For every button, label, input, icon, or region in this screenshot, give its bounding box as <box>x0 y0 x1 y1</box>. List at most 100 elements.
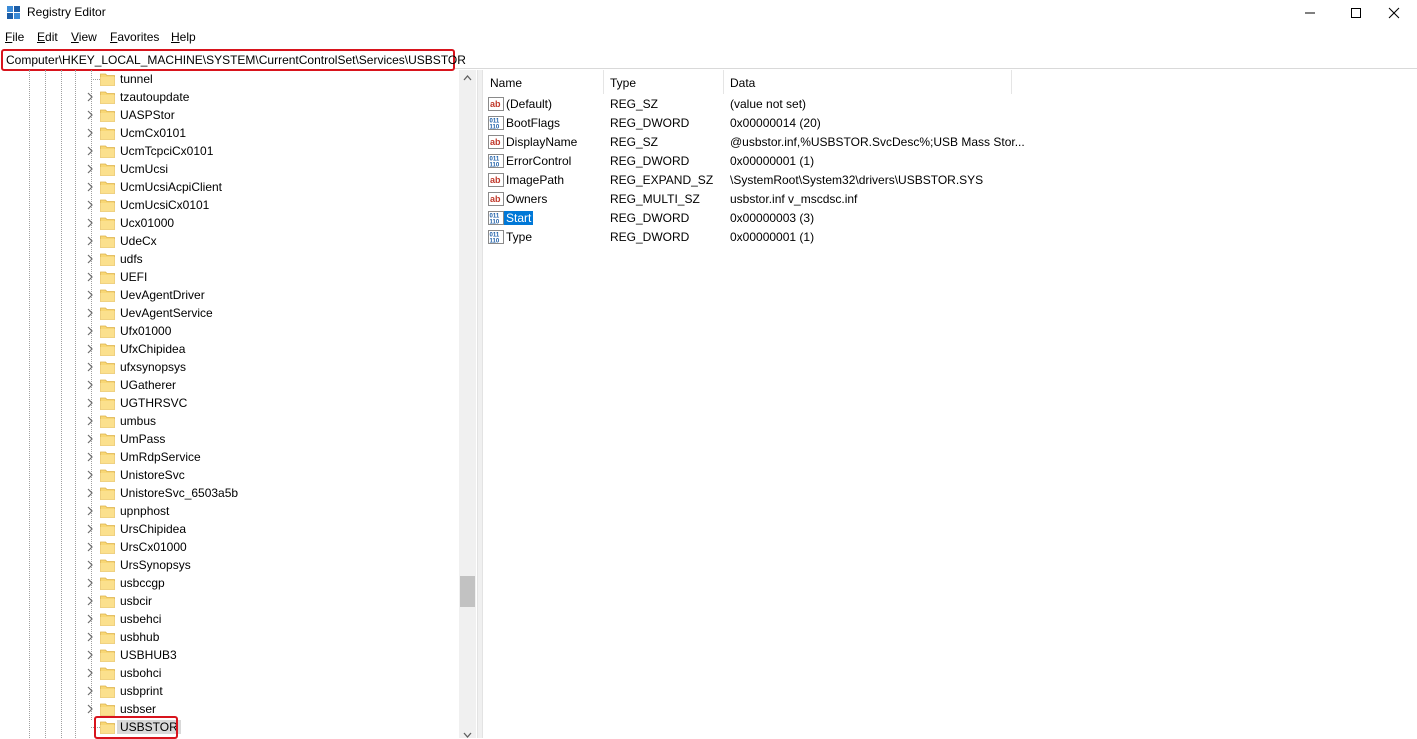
address-divider <box>455 68 1417 69</box>
tree-item[interactable]: usbccgp <box>0 574 459 592</box>
expand-chevron-icon[interactable] <box>86 362 94 372</box>
tree-item[interactable]: UdeCx <box>0 232 459 250</box>
folder-icon <box>100 631 115 644</box>
tree-item[interactable]: usbehci <box>0 610 459 628</box>
column-header-type[interactable]: Type <box>603 70 723 94</box>
tree-item[interactable]: UmRdpService <box>0 448 459 466</box>
column-header-name[interactable]: Name <box>483 70 603 94</box>
tree-item[interactable]: UcmUcsi <box>0 160 459 178</box>
expand-chevron-icon[interactable] <box>86 488 94 498</box>
column-separator[interactable] <box>1011 70 1012 94</box>
expand-chevron-icon[interactable] <box>86 290 94 300</box>
expand-chevron-icon[interactable] <box>86 470 94 480</box>
tree-item[interactable]: ufxsynopsys <box>0 358 459 376</box>
tree-item[interactable]: tzautoupdate <box>0 88 459 106</box>
value-row[interactable]: 011 110 BootFlags REG_DWORD 0x00000014 (20) <box>483 114 1417 133</box>
expand-chevron-icon[interactable] <box>86 380 94 390</box>
close-button[interactable] <box>1371 0 1417 26</box>
tree-item[interactable]: UASPStor <box>0 106 459 124</box>
expand-chevron-icon[interactable] <box>86 308 94 318</box>
expand-chevron-icon[interactable] <box>86 686 94 696</box>
tree-item[interactable]: usbhub <box>0 628 459 646</box>
value-row[interactable]: ab (Default) REG_SZ (value not set) <box>483 95 1417 114</box>
value-row[interactable]: 011 110 Type REG_DWORD 0x00000001 (1) <box>483 228 1417 247</box>
tree-item[interactable]: UcmUcsiCx0101 <box>0 196 459 214</box>
expand-chevron-icon[interactable] <box>86 344 94 354</box>
value-row[interactable]: 011 110 Start REG_DWORD 0x00000003 (3) <box>483 209 1417 228</box>
tree-item[interactable]: UEFI <box>0 268 459 286</box>
menu-help[interactable]: Help <box>171 30 196 44</box>
expand-chevron-icon[interactable] <box>86 416 94 426</box>
expand-chevron-icon[interactable] <box>86 200 94 210</box>
tree-item[interactable]: UcmUcsiAcpiClient <box>0 178 459 196</box>
tree-item[interactable]: udfs <box>0 250 459 268</box>
tree-item[interactable]: UrsSynopsys <box>0 556 459 574</box>
expand-chevron-icon[interactable] <box>86 218 94 228</box>
expand-chevron-icon[interactable] <box>86 128 94 138</box>
tree-scroll-thumb[interactable] <box>460 576 475 607</box>
expand-chevron-icon[interactable] <box>86 614 94 624</box>
tree-item[interactable]: umbus <box>0 412 459 430</box>
expand-chevron-icon[interactable] <box>86 668 94 678</box>
tree-item[interactable]: UGTHRSVC <box>0 394 459 412</box>
tree-item[interactable]: UcmTcpciCx0101 <box>0 142 459 160</box>
expand-chevron-icon[interactable] <box>86 164 94 174</box>
expand-chevron-icon[interactable] <box>86 524 94 534</box>
expand-chevron-icon[interactable] <box>86 596 94 606</box>
expand-chevron-icon[interactable] <box>86 398 94 408</box>
expand-chevron-icon[interactable] <box>86 434 94 444</box>
tree-item[interactable]: USBSTOR <box>0 718 459 736</box>
scroll-down-icon[interactable] <box>463 732 472 738</box>
tree-item[interactable]: usbohci <box>0 664 459 682</box>
string-value-icon: ab <box>488 192 504 206</box>
value-row[interactable]: ab DisplayName REG_SZ @usbstor.inf,%USBSTOR… <box>483 133 1417 152</box>
address-bar[interactable]: Computer\HKEY_LOCAL_MACHINE\SYSTEM\Curre… <box>1 49 466 71</box>
tree-item[interactable]: Ucx01000 <box>0 214 459 232</box>
expand-chevron-icon[interactable] <box>86 110 94 120</box>
value-row[interactable]: ab ImagePath REG_EXPAND_SZ \SystemRoot\Syst… <box>483 171 1417 190</box>
tree-item[interactable]: UcmCx0101 <box>0 124 459 142</box>
expand-chevron-icon[interactable] <box>86 578 94 588</box>
expand-chevron-icon[interactable] <box>86 254 94 264</box>
tree-item[interactable]: UmPass <box>0 430 459 448</box>
column-header-data[interactable]: Data <box>723 70 1011 94</box>
expand-chevron-icon[interactable] <box>86 632 94 642</box>
expand-chevron-icon[interactable] <box>86 272 94 282</box>
value-row[interactable]: ab Owners REG_MULTI_SZ usbstor.inf v_mscdsc… <box>483 190 1417 209</box>
tree-scrollbar[interactable] <box>459 70 476 738</box>
tree-item[interactable]: UfxChipidea <box>0 340 459 358</box>
expand-chevron-icon[interactable] <box>86 452 94 462</box>
tree-item[interactable]: UrsChipidea <box>0 520 459 538</box>
minimize-button[interactable] <box>1287 0 1333 26</box>
menu-favorites[interactable]: Favorites <box>110 30 159 44</box>
expand-chevron-icon[interactable] <box>86 506 94 516</box>
tree-item[interactable]: usbcir <box>0 592 459 610</box>
tree-item[interactable]: usbprint <box>0 682 459 700</box>
expand-chevron-icon[interactable] <box>86 146 94 156</box>
expand-chevron-icon[interactable] <box>86 182 94 192</box>
expand-chevron-icon[interactable] <box>86 650 94 660</box>
tree-item[interactable]: USBHUB3 <box>0 646 459 664</box>
scroll-up-icon[interactable] <box>463 75 472 81</box>
expand-chevron-icon[interactable] <box>86 560 94 570</box>
expand-chevron-icon[interactable] <box>86 92 94 102</box>
folder-icon <box>100 361 115 374</box>
tree-item[interactable]: UGatherer <box>0 376 459 394</box>
tree-item[interactable]: tunnel <box>0 70 459 88</box>
menu-file[interactable]: File <box>5 30 24 44</box>
expand-chevron-icon[interactable] <box>86 704 94 714</box>
tree-item[interactable]: UevAgentService <box>0 304 459 322</box>
tree-item[interactable]: UnistoreSvc_6503a5b <box>0 484 459 502</box>
menu-view[interactable]: View <box>71 30 97 44</box>
menu-edit[interactable]: Edit <box>37 30 58 44</box>
tree-item[interactable]: UevAgentDriver <box>0 286 459 304</box>
expand-chevron-icon[interactable] <box>86 236 94 246</box>
expand-chevron-icon[interactable] <box>86 326 94 336</box>
value-row[interactable]: 011 110 ErrorControl REG_DWORD 0x00000001 (1… <box>483 152 1417 171</box>
tree-item[interactable]: UnistoreSvc <box>0 466 459 484</box>
tree-item[interactable]: upnphost <box>0 502 459 520</box>
tree-item[interactable]: usbser <box>0 700 459 718</box>
tree-item[interactable]: UrsCx01000 <box>0 538 459 556</box>
tree-item[interactable]: Ufx01000 <box>0 322 459 340</box>
expand-chevron-icon[interactable] <box>86 542 94 552</box>
